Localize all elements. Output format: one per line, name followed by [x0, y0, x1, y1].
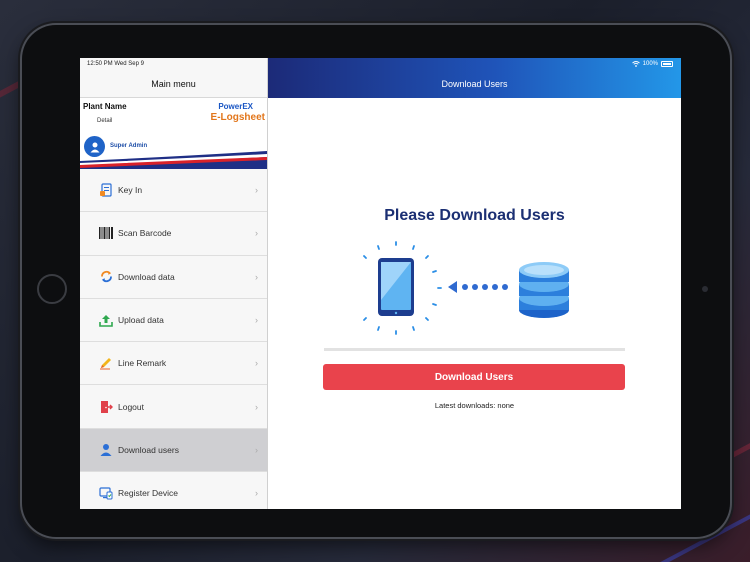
- chevron-right-icon: ›: [255, 358, 258, 369]
- sidebar-item-register-device[interactable]: Register Device ›: [80, 472, 267, 509]
- download-progress-bar: [324, 348, 625, 351]
- sidebar-item-key-in[interactable]: Key In ›: [80, 169, 267, 213]
- key-in-icon: [99, 183, 113, 197]
- download-illustration: [363, 241, 569, 335]
- brand-logo-top: PowerEX: [218, 102, 253, 111]
- plant-name: Plant Name: [83, 102, 127, 111]
- brand-swoosh: [80, 151, 267, 169]
- status-bar-right: 100%: [631, 61, 673, 67]
- user-icon: [99, 443, 113, 457]
- wifi-icon: [631, 61, 640, 67]
- download-users-button[interactable]: Download Users: [323, 364, 625, 390]
- latest-downloads-status: Latest downloads: none: [434, 401, 515, 410]
- plant-card: Plant Name Detail PowerEX E-Logsheet Sup…: [80, 98, 267, 169]
- home-button[interactable]: [37, 274, 67, 304]
- screen: 12:50 PM Wed Sep 9 Main menu Plant Name …: [80, 58, 681, 509]
- user-icon: [90, 142, 99, 152]
- register-device-icon: [99, 486, 113, 500]
- chevron-right-icon: ›: [255, 228, 258, 239]
- tablet-icon: [378, 258, 414, 316]
- sidebar-item-label: Logout: [118, 401, 144, 412]
- sidebar-item-label: Download users: [118, 444, 179, 455]
- page-title: Download Users: [441, 79, 508, 89]
- chevron-right-icon: ›: [255, 315, 258, 326]
- sidebar-item-scan-barcode[interactable]: Scan Barcode ›: [80, 212, 267, 256]
- sidebar-item-logout[interactable]: Logout ›: [80, 385, 267, 429]
- sidebar-item-download-users[interactable]: Download users ›: [80, 428, 267, 473]
- sidebar: 12:50 PM Wed Sep 9 Main menu Plant Name …: [80, 58, 268, 509]
- sidebar-title: Main menu: [151, 79, 196, 89]
- sidebar-item-label: Download data: [118, 271, 175, 282]
- chevron-right-icon: ›: [255, 401, 258, 412]
- status-time-date: 12:50 PM Wed Sep 9: [87, 61, 144, 67]
- main-panel: 100% Download Users Please Download User…: [268, 58, 681, 509]
- chevron-right-icon: ›: [255, 185, 258, 196]
- sidebar-item-download-data[interactable]: Download data ›: [80, 255, 267, 299]
- battery-icon: [661, 61, 673, 67]
- plant-detail: Detail: [97, 118, 113, 124]
- sidebar-item-label: Register Device: [118, 488, 178, 499]
- sidebar-item-label: Upload data: [118, 315, 164, 326]
- sidebar-item-upload-data[interactable]: Upload data ›: [80, 298, 267, 343]
- chevron-right-icon: ›: [255, 271, 258, 282]
- arrow-left-icon: [448, 281, 508, 293]
- main-heading: Please Download Users: [384, 207, 565, 224]
- database-icon: [519, 262, 569, 318]
- camera: [702, 286, 708, 292]
- sidebar-item-label: Scan Barcode: [118, 228, 172, 239]
- tablet-frame: 12:50 PM Wed Sep 9 Main menu Plant Name …: [22, 25, 730, 537]
- upload-icon: [99, 313, 113, 327]
- user-avatar: [84, 136, 105, 157]
- chevron-right-icon: ›: [255, 444, 258, 455]
- main-header: 100% Download Users: [268, 58, 681, 98]
- barcode-icon: [99, 226, 113, 240]
- sidebar-header: 12:50 PM Wed Sep 9 Main menu: [80, 58, 267, 98]
- battery-percent: 100%: [642, 61, 658, 67]
- logout-icon: [99, 400, 113, 414]
- sidebar-item-label: Line Remark: [118, 358, 167, 369]
- pencil-icon: [99, 356, 113, 370]
- user-role: Super Admin: [110, 143, 148, 149]
- brand-logo-bottom: E-Logsheet: [210, 112, 265, 123]
- sidebar-menu: Key In › Scan Barcode › Download data ›: [80, 169, 267, 509]
- sync-icon: [99, 270, 113, 284]
- sidebar-item-label: Key In: [118, 185, 143, 196]
- chevron-right-icon: ›: [255, 488, 258, 499]
- sidebar-item-line-remark[interactable]: Line Remark ›: [80, 342, 267, 386]
